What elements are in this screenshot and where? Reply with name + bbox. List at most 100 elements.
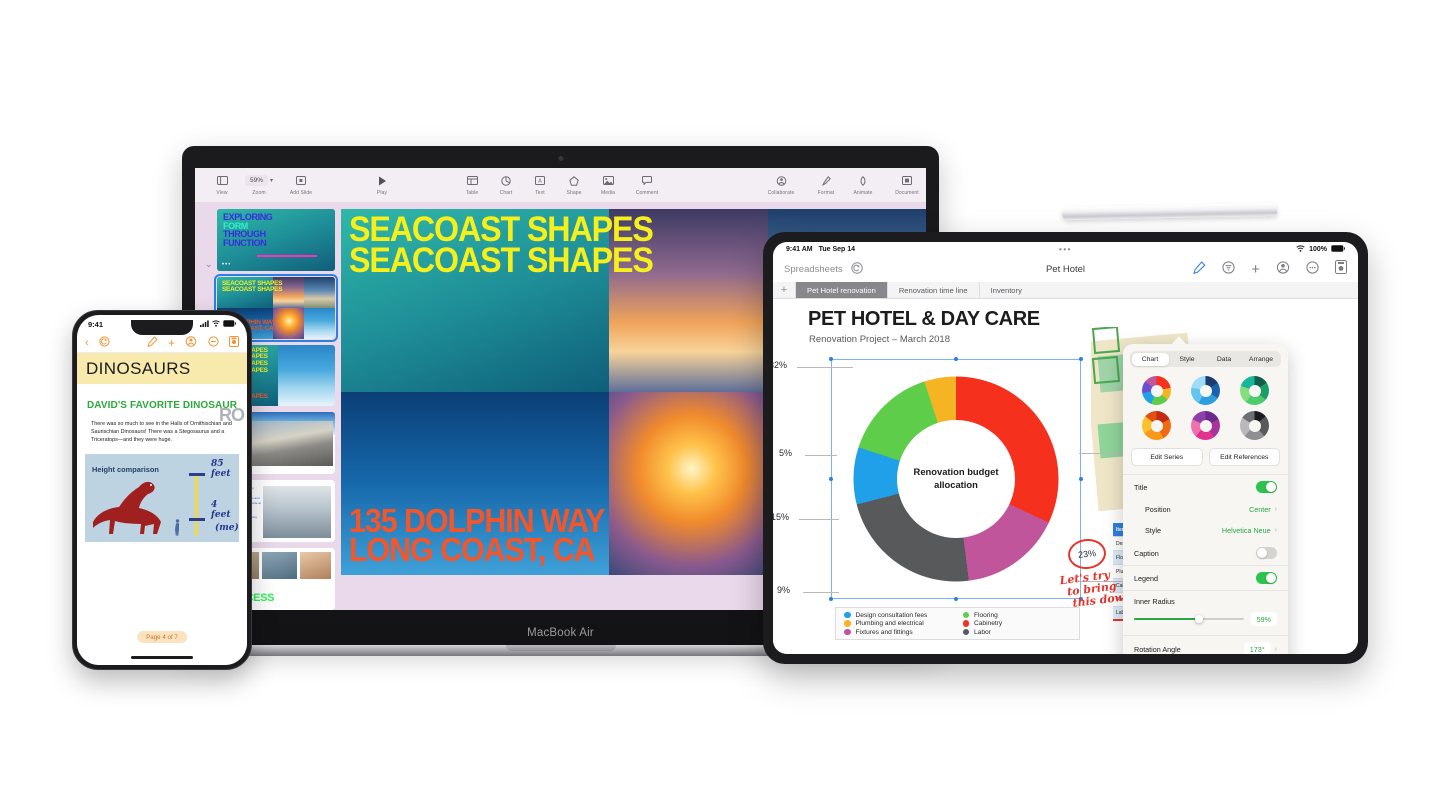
style-value: Helvetica Neue: [1221, 526, 1271, 535]
keynote-animate-button[interactable]: Animate: [843, 174, 883, 197]
selection-handle[interactable]: [953, 596, 959, 602]
chart-value-label-cabinetry: 32%: [773, 360, 788, 370]
keynote-shape-button[interactable]: Shape: [557, 174, 591, 196]
document-title[interactable]: Pet Hotel: [1046, 264, 1085, 275]
table-label: Table: [465, 190, 479, 197]
plus-icon[interactable]: +: [168, 336, 175, 350]
keynote-view-button[interactable]: View: [205, 174, 239, 196]
ipad-screen: 9:41 AM Tue Sep 14 ••• 100% Spreadsheets…: [773, 242, 1358, 654]
chart-style-swatch-multicolor[interactable]: [1142, 376, 1171, 405]
caption-toggle[interactable]: [1256, 547, 1277, 559]
brush-format-icon[interactable]: [1193, 260, 1206, 279]
sheet-title[interactable]: PET HOTEL & DAY CARE: [808, 308, 1358, 331]
inspector-row-title[interactable]: Title: [1123, 474, 1288, 499]
slide-thumbnail-1[interactable]: EXPLORING FORM THROUGH FUNCTION •••: [217, 209, 335, 271]
chart-style-swatch-gray[interactable]: [1240, 411, 1269, 440]
sheet-tab-renovation-time-line[interactable]: Renovation time line: [886, 282, 979, 298]
slide-title[interactable]: SEACOAST SHAPES SEACOAST SHAPES: [349, 212, 679, 278]
legend-item-cabinetry: Cabinetry: [962, 620, 1072, 627]
slider-knob[interactable]: [1194, 615, 1203, 623]
donut-chart[interactable]: Renovation budget allocation 32% 5% 15% …: [773, 356, 1153, 602]
rotation-angle-value[interactable]: 173°: [1243, 642, 1271, 654]
chart-style-swatch-magenta[interactable]: [1191, 411, 1220, 440]
keynote-add-slide-button[interactable]: Add Slide: [279, 174, 323, 196]
brush-format-icon[interactable]: [147, 334, 158, 352]
keynote-collaborate-button[interactable]: Collaborate: [753, 174, 809, 196]
selection-handle[interactable]: [828, 596, 834, 602]
slide-address[interactable]: 135 DOLPHIN WAY LONG COAST, CA: [349, 504, 627, 566]
legend-item-design-consultation-fees: Design consultation fees: [844, 612, 953, 619]
selection-handle[interactable]: [1078, 356, 1084, 362]
keynote-format-button[interactable]: Format: [809, 174, 843, 196]
scene-root: View 59% ▾ Zoom Add Slide Play Table Cha…: [0, 0, 1440, 809]
document-icon[interactable]: [1335, 260, 1347, 279]
keynote-zoom-control[interactable]: 59% ▾ Zoom: [239, 174, 279, 196]
height-comparison-figure[interactable]: Height comparison 85 feet 4 feet (me): [85, 453, 239, 542]
chart-style-swatch-blue[interactable]: [1191, 376, 1220, 405]
sheet-tab-inventory[interactable]: Inventory: [978, 282, 1033, 298]
annotation-85-feet: 85 feet: [211, 458, 231, 479]
inspector-row-position[interactable]: Position Center ›: [1123, 499, 1288, 520]
keynote-media-button[interactable]: Media: [591, 174, 625, 197]
chart-style-swatch-orange[interactable]: [1142, 411, 1171, 440]
chart-style-swatch-green[interactable]: [1240, 376, 1269, 405]
ruler-tick-top: [189, 473, 205, 476]
macbook-camera-icon: [558, 156, 563, 161]
edit-references-button[interactable]: Edit References: [1208, 448, 1280, 466]
human-scale-figure: [175, 519, 180, 536]
inspector-row-inner-radius[interactable]: Inner Radius 59%: [1123, 590, 1288, 635]
legend-label: Fixtures and fittings: [855, 628, 913, 636]
selection-handle[interactable]: [1078, 476, 1084, 482]
inspector-row-style[interactable]: Style Helvetica Neue ›: [1123, 520, 1288, 541]
inspector-row-rotation-angle[interactable]: Rotation Angle 173° ›: [1123, 635, 1288, 654]
media-label: Media: [600, 190, 616, 197]
document-label: Document: [895, 190, 919, 197]
chevron-down-icon[interactable]: ⌄: [205, 259, 213, 270]
collaborate-icon[interactable]: [185, 334, 197, 352]
keynote-text-button[interactable]: A Text: [523, 174, 557, 196]
inspector-tab-style[interactable]: Style: [1169, 353, 1206, 366]
legend-toggle[interactable]: [1256, 572, 1277, 584]
animate-label: Animate: [853, 190, 873, 197]
keynote-table-button[interactable]: Table: [455, 174, 489, 197]
inspector-tab-arrange[interactable]: Arrange: [1243, 353, 1280, 366]
inspector-row-caption[interactable]: Caption: [1123, 541, 1288, 565]
chart-style-swatches[interactable]: [1123, 367, 1288, 444]
keynote-play-button[interactable]: Play: [365, 174, 399, 196]
chart-icon: [501, 174, 511, 188]
undo-icon[interactable]: [850, 261, 863, 279]
collaborate-icon[interactable]: [1276, 260, 1290, 279]
inspector-segmented-control[interactable]: Chart Style Data Arrange: [1130, 351, 1281, 367]
inner-radius-slider[interactable]: [1134, 615, 1244, 623]
title-toggle[interactable]: [1256, 481, 1277, 493]
multitasking-dots-icon[interactable]: •••: [1059, 245, 1072, 254]
chart-inspector-popover[interactable]: Chart Style Data Arrange Edit Series Edi…: [1123, 344, 1288, 654]
sheet-tab-pet-hotel-renovation[interactable]: Pet Hotel renovation: [795, 282, 887, 298]
back-chevron-icon[interactable]: ‹: [85, 337, 89, 349]
add-sheet-button[interactable]: +: [773, 282, 795, 298]
inspector-tab-chart[interactable]: Chart: [1131, 352, 1169, 366]
plus-icon[interactable]: +: [1251, 262, 1260, 277]
inner-radius-value[interactable]: 59%: [1250, 612, 1277, 626]
pages-document[interactable]: DINOSAURS RO DAVID'S FAVORITE DINOSAUR T…: [77, 353, 247, 665]
document-icon[interactable]: [228, 334, 239, 352]
home-indicator[interactable]: [131, 655, 193, 659]
chart-value-label-plumbing: 5%: [779, 448, 793, 458]
inspector-tab-data[interactable]: Data: [1206, 353, 1243, 366]
chart-legend[interactable]: Design consultation fees Flooring Plumbi…: [835, 607, 1080, 640]
slider-fill: [1134, 617, 1199, 621]
keynote-document-button[interactable]: Document: [883, 174, 926, 197]
undo-icon[interactable]: [99, 334, 110, 352]
inspector-row-legend[interactable]: Legend: [1123, 565, 1288, 590]
edit-series-button[interactable]: Edit Series: [1131, 448, 1203, 466]
keynote-comment-button[interactable]: Comment: [625, 174, 669, 196]
more-circle-icon[interactable]: [208, 334, 219, 352]
iphone-screen: 9:41 ‹ + DINOSAURS RO DAVID'S FAVORITE D…: [77, 315, 247, 665]
play-icon: [378, 174, 387, 188]
back-to-spreadsheets-button[interactable]: Spreadsheets: [784, 264, 843, 275]
insert-menu-icon[interactable]: [1222, 260, 1235, 279]
status-time: 9:41: [88, 319, 104, 329]
spreadsheet-canvas[interactable]: PET HOTEL & DAY CARE Renovation Project …: [773, 299, 1358, 654]
more-circle-icon[interactable]: [1306, 260, 1319, 279]
keynote-chart-button[interactable]: Chart: [489, 174, 523, 196]
